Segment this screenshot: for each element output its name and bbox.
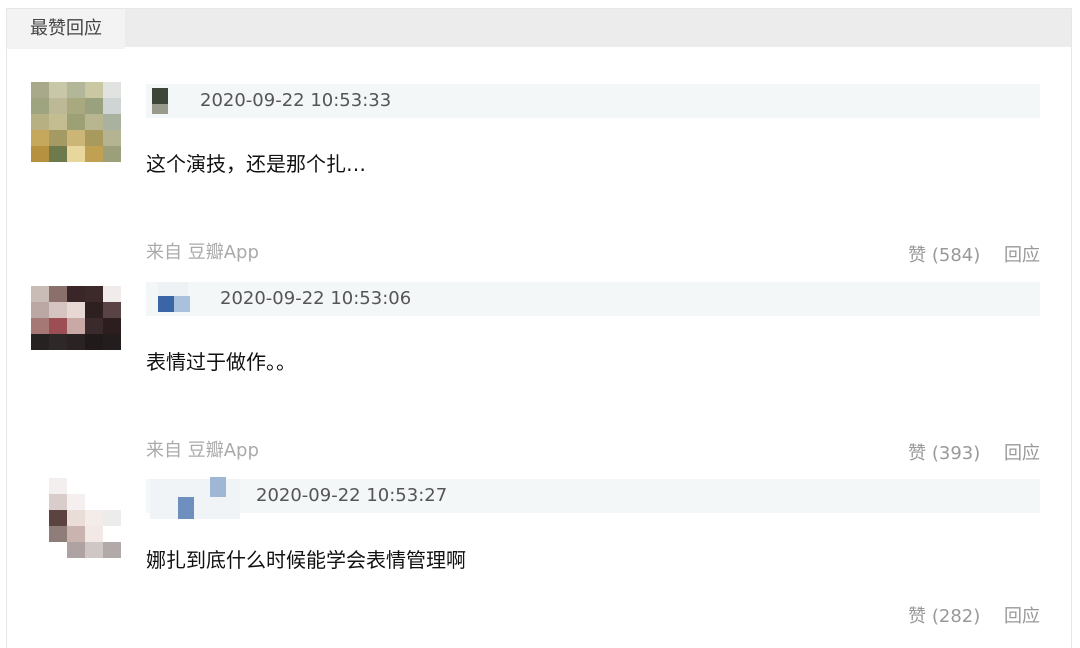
comment-actions: 赞 (393) 回应 [908,439,1040,465]
like-button[interactable]: 赞 (584) [908,245,980,266]
avatar[interactable] [31,478,121,558]
comment-text: 表情过于做作。。 [146,350,296,374]
reply-button[interactable]: 回应 [1004,245,1040,266]
comment-timestamp: 2020-09-22 10:53:06 [220,288,412,309]
comment-text: 娜扎到底什么时候能学会表情管理啊 [146,548,466,572]
reply-button[interactable]: 回应 [1004,443,1040,464]
comment-source: 来自 豆瓣App [146,242,259,263]
comment-timestamp: 2020-09-22 10:53:33 [200,90,392,111]
like-button[interactable]: 赞 (393) [908,443,980,464]
avatar[interactable] [31,286,121,366]
avatar[interactable] [31,82,121,162]
like-button[interactable]: 赞 (282) [908,606,980,627]
comment-meta-bar: 2020-09-22 10:53:06 [146,282,1040,316]
tab-top-replies[interactable]: 最赞回应 [7,9,125,49]
comment-actions: 赞 (584) 回应 [908,241,1040,267]
comment-meta-bar: 2020-09-22 10:53:33 [146,84,1040,118]
comment-source: 来自 豆瓣App [146,440,259,461]
comment-timestamp: 2020-09-22 10:53:27 [256,485,448,506]
panel-header: 最赞回应 [7,9,1071,49]
reply-button[interactable]: 回应 [1004,606,1040,627]
comment-actions: 赞 (282) 回应 [908,602,1040,628]
comment-text: 这个演技，还是那个扎… [146,152,366,176]
comment-meta-bar: 2020-09-22 10:53:27 [146,477,1040,519]
